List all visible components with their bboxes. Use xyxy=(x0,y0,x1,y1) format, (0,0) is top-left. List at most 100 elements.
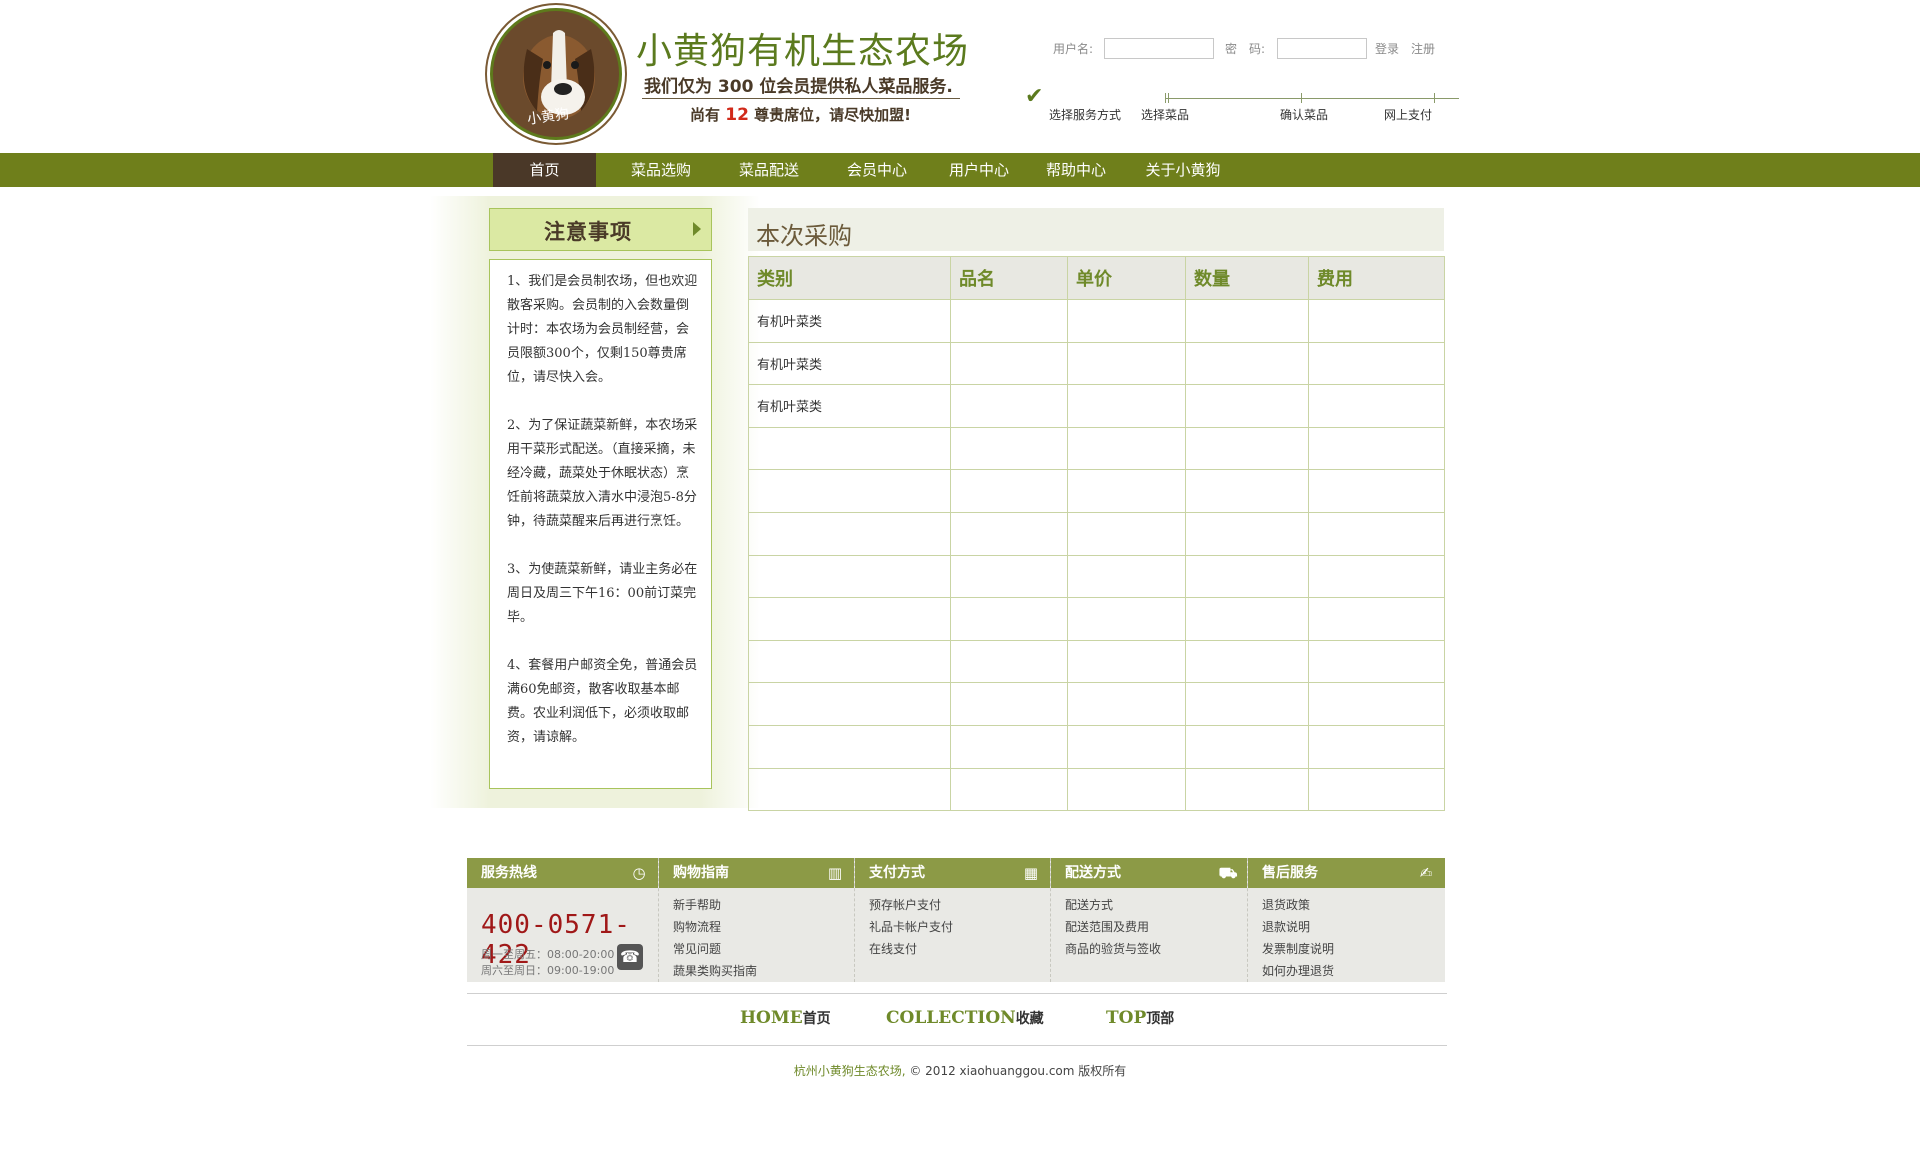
table-cell xyxy=(1067,511,1186,556)
table-cell xyxy=(1308,511,1445,556)
footer-link[interactable]: 配送范围及费用 xyxy=(1065,916,1247,938)
hotline-hours-weekend: 周六至周日：09:00-19:00 xyxy=(481,964,615,977)
table-cell xyxy=(1185,639,1309,684)
login-link[interactable]: 登录 xyxy=(1375,40,1399,57)
nav-help-center[interactable]: 帮助中心 xyxy=(1031,153,1121,187)
footer-link[interactable]: 如何办理退货 xyxy=(1262,960,1445,982)
footer-link[interactable]: 发票制度说明 xyxy=(1262,938,1445,960)
checkmark-icon: ✔ xyxy=(1025,84,1044,109)
table-cell xyxy=(748,554,951,599)
site-header: 小黄狗 小黄狗有机生态农场 我们仅为 300 位会员提供私人菜品服务. 尚有 1… xyxy=(0,0,1920,153)
footer-delivery: 配送方式 ⛟ 配送方式 配送范围及费用 商品的验货与签收 xyxy=(1051,858,1248,982)
table-cell xyxy=(1185,384,1309,428)
table-cell xyxy=(1185,511,1309,556)
nav-dish-shopping[interactable]: 菜品选购 xyxy=(616,153,706,187)
footer-link[interactable]: 新手帮助 xyxy=(673,894,854,916)
table-cell xyxy=(1185,597,1309,641)
table-cell xyxy=(748,511,951,556)
purchase-title: 本次采购 xyxy=(756,222,852,250)
table-cell xyxy=(950,767,1068,812)
footer-hotline: 服务热线 ◷ 400-0571-422 周一至周五：08:00-20:00 周六… xyxy=(467,858,659,982)
table-cell xyxy=(1067,554,1186,599)
table-row xyxy=(748,426,1445,471)
table-cell xyxy=(1185,341,1309,386)
col-name: 品名 xyxy=(950,256,1068,300)
table-row xyxy=(748,511,1445,556)
purchase-header: 本次采购 xyxy=(748,208,1444,251)
table-cell xyxy=(1067,384,1186,428)
col-price: 单价 xyxy=(1067,256,1186,300)
nav-member-center[interactable]: 会员中心 xyxy=(832,153,922,187)
password-label: 密 码: xyxy=(1225,42,1266,56)
table-row xyxy=(748,597,1445,641)
notice-body: 1、我们是会员制农场，但也欢迎散客采购。会员制的入会数量倒计时：本农场为会员制经… xyxy=(489,259,712,789)
table-cell xyxy=(748,724,951,769)
table-cell xyxy=(1185,724,1309,769)
step-confirm-dishes[interactable]: 确认菜品 xyxy=(1280,106,1328,123)
step-online-payment[interactable]: 网上支付 xyxy=(1384,106,1432,123)
table-cell xyxy=(1067,597,1186,641)
table-row xyxy=(748,639,1445,684)
table-row xyxy=(748,767,1445,812)
copyright-text: © 2012 xiaohuanggou.com 版权所有 xyxy=(909,1064,1127,1078)
password-input[interactable] xyxy=(1277,38,1367,59)
table-cell xyxy=(950,341,1068,386)
table-cell xyxy=(950,511,1068,556)
footer-link[interactable]: 退款说明 xyxy=(1262,916,1445,938)
footer-payment: 支付方式 ▦ 预存帐户支付 礼品卡帐户支付 在线支付 xyxy=(855,858,1051,982)
collection-link[interactable]: COLLECTION收藏 xyxy=(886,1008,1044,1028)
table-cell xyxy=(1067,469,1186,513)
table-cell xyxy=(748,426,951,471)
arrow-right-icon xyxy=(693,222,701,236)
footer-link[interactable]: 配送方式 xyxy=(1065,894,1247,916)
footer-divider xyxy=(467,1045,1447,1046)
step-service[interactable]: 选择服务方式 xyxy=(1049,106,1121,123)
col-quantity: 数量 xyxy=(1185,256,1309,300)
truck-icon: ⛟ xyxy=(1218,864,1238,882)
table-cell xyxy=(1067,341,1186,386)
footer-link[interactable]: 预存帐户支付 xyxy=(869,894,1050,916)
table-header-row: 类别 品名 单价 数量 费用 xyxy=(748,256,1445,300)
nav-user-center[interactable]: 用户中心 xyxy=(934,153,1024,187)
table-cell xyxy=(950,639,1068,684)
home-link[interactable]: HOME首页 xyxy=(740,1008,831,1028)
table-cell xyxy=(1067,682,1186,726)
top-link[interactable]: TOP顶部 xyxy=(1106,1008,1174,1028)
step-select-dishes[interactable]: 选择菜品 xyxy=(1141,106,1189,123)
footer-link[interactable]: 礼品卡帐户支付 xyxy=(869,916,1050,938)
notice-title: 注意事项 xyxy=(544,220,632,244)
register-link[interactable]: 注册 xyxy=(1411,40,1435,57)
table-cell xyxy=(1067,299,1186,343)
footer-link[interactable]: 退货政策 xyxy=(1262,894,1445,916)
footer-link[interactable]: 商品的验货与签收 xyxy=(1065,938,1247,960)
footer-link[interactable]: 蔬果类购买指南 xyxy=(673,960,854,982)
username-input[interactable] xyxy=(1104,38,1214,59)
table-cell xyxy=(748,639,951,684)
table-row: 有机叶菜类 xyxy=(748,341,1445,386)
table-cell xyxy=(1185,299,1309,343)
table-row xyxy=(748,554,1445,599)
footer-link[interactable]: 购物流程 xyxy=(673,916,854,938)
table-cell xyxy=(1185,767,1309,812)
seats-suffix: 尊贵席位，请尽快加盟! xyxy=(754,106,911,124)
table-cell xyxy=(1185,682,1309,726)
nav-about[interactable]: 关于小黄狗 xyxy=(1131,153,1235,187)
table-cell xyxy=(1308,639,1445,684)
table-cell xyxy=(1185,469,1309,513)
table-row: 有机叶菜类 xyxy=(748,299,1445,343)
table-cell xyxy=(748,469,951,513)
table-cell xyxy=(1308,426,1445,471)
clock-icon: ◷ xyxy=(632,864,646,882)
table-cell xyxy=(950,299,1068,343)
nav-dish-delivery[interactable]: 菜品配送 xyxy=(724,153,814,187)
nav-home[interactable]: 首页 xyxy=(493,153,596,187)
table-cell xyxy=(1067,639,1186,684)
footer-link[interactable]: 常见问题 xyxy=(673,938,854,960)
table-cell xyxy=(748,597,951,641)
hotline-title: 服务热线 ◷ xyxy=(467,858,658,888)
main-nav: 首页 菜品选购 菜品配送 会员中心 用户中心 帮助中心 关于小黄狗 xyxy=(0,153,1920,187)
notice-header[interactable]: 注意事项 xyxy=(489,208,712,251)
footer-link[interactable]: 在线支付 xyxy=(869,938,1050,960)
table-cell: 有机叶菜类 xyxy=(748,384,951,428)
footer-after-sales: 售后服务 ✍ 退货政策 退款说明 发票制度说明 如何办理退货 xyxy=(1248,858,1445,982)
